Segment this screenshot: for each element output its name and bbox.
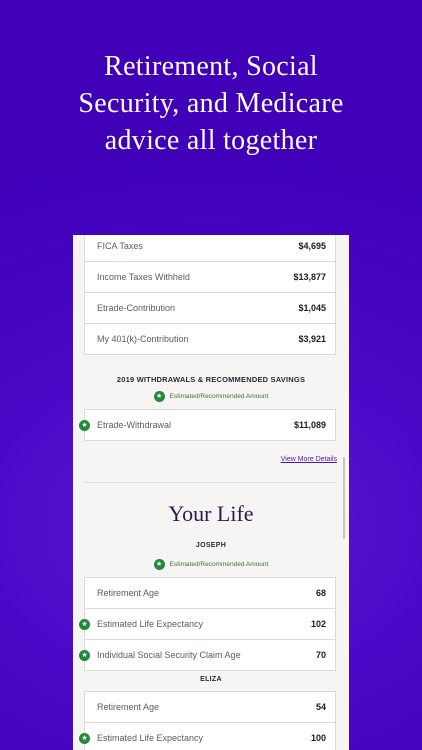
star-icon: ★ xyxy=(79,650,90,661)
row-label: Retirement Age xyxy=(97,702,160,712)
person-name-eliza: ELIZA xyxy=(200,676,222,683)
star-icon: ★ xyxy=(79,420,90,431)
row-value: 68 xyxy=(315,588,326,598)
your-life-legend: ★ Estimated/Recommended Amount xyxy=(73,559,349,570)
section-divider xyxy=(84,482,336,483)
row-label: Estimated Life Expectancy xyxy=(97,733,204,743)
star-icon: ★ xyxy=(79,619,90,630)
row-value: $4,695 xyxy=(298,241,326,251)
view-more-details-link[interactable]: View More Details xyxy=(281,456,337,463)
star-icon: ★ xyxy=(153,559,165,570)
headline-line-1: Retirement, Social xyxy=(104,51,318,82)
headline-line-3: advice all together xyxy=(104,125,318,156)
taxes-card: FICA Taxes $4,695 Income Taxes Withheld … xyxy=(84,235,336,355)
row-label: Etrade-Contribution xyxy=(97,303,176,313)
row-label: Individual Social Security Claim Age xyxy=(97,650,241,660)
withdrawals-title: 2019 WITHDRAWALS & RECOMMENDED SAVINGS xyxy=(116,375,306,384)
row-value: $3,921 xyxy=(298,334,326,344)
row-value: 70 xyxy=(315,650,326,660)
table-row: ★ Estimated Life Expectancy 102 xyxy=(79,608,336,640)
table-row: Retirement Age 68 xyxy=(84,577,336,609)
legend-label: Estimated/Recommended Amount xyxy=(169,393,269,400)
table-row: ★ Estimated Life Expectancy 100 xyxy=(79,722,336,750)
table-row: Income Taxes Withheld $13,877 xyxy=(84,261,336,293)
person-name-joseph: JOSEPH xyxy=(195,542,227,549)
table-row: FICA Taxes $4,695 xyxy=(84,235,336,262)
row-value: 102 xyxy=(310,619,326,629)
row-label: Retirement Age xyxy=(97,588,160,598)
your-life-title: Your Life xyxy=(168,501,254,526)
row-label: FICA Taxes xyxy=(97,241,143,251)
table-row: Retirement Age 54 xyxy=(84,691,336,723)
table-row: ★ Individual Social Security Claim Age 7… xyxy=(79,639,336,671)
eliza-card: Retirement Age 54 ★ Estimated Life Expec… xyxy=(79,691,336,750)
legend-label: Estimated/Recommended Amount xyxy=(169,561,269,568)
row-label: Etrade-Withdrawal xyxy=(97,420,172,430)
joseph-card: Retirement Age 68 ★ Estimated Life Expec… xyxy=(79,577,336,671)
row-value: $13,877 xyxy=(293,272,326,282)
row-label: Income Taxes Withheld xyxy=(97,272,190,282)
row-value: 100 xyxy=(310,733,326,743)
app-screen[interactable]: FICA Taxes $4,695 Income Taxes Withheld … xyxy=(73,235,349,750)
withdrawals-card: ★ Etrade-Withdrawal $11,089 xyxy=(79,409,336,441)
headline: Retirement, Social Security, and Medicar… xyxy=(0,48,422,159)
star-icon: ★ xyxy=(79,733,90,744)
headline-line-2: Security, and Medicare xyxy=(78,88,344,119)
row-value: 54 xyxy=(315,702,326,712)
table-row: Etrade-Contribution $1,045 xyxy=(84,292,336,324)
star-icon: ★ xyxy=(153,391,165,402)
row-value: $11,089 xyxy=(293,420,326,430)
withdrawals-legend: ★ Estimated/Recommended Amount xyxy=(73,391,349,402)
table-row: ★ Etrade-Withdrawal $11,089 xyxy=(79,409,336,441)
row-value: $1,045 xyxy=(298,303,326,313)
row-label: Estimated Life Expectancy xyxy=(97,619,204,629)
table-row: My 401(k)-Contribution $3,921 xyxy=(84,323,336,355)
row-label: My 401(k)-Contribution xyxy=(97,334,189,344)
